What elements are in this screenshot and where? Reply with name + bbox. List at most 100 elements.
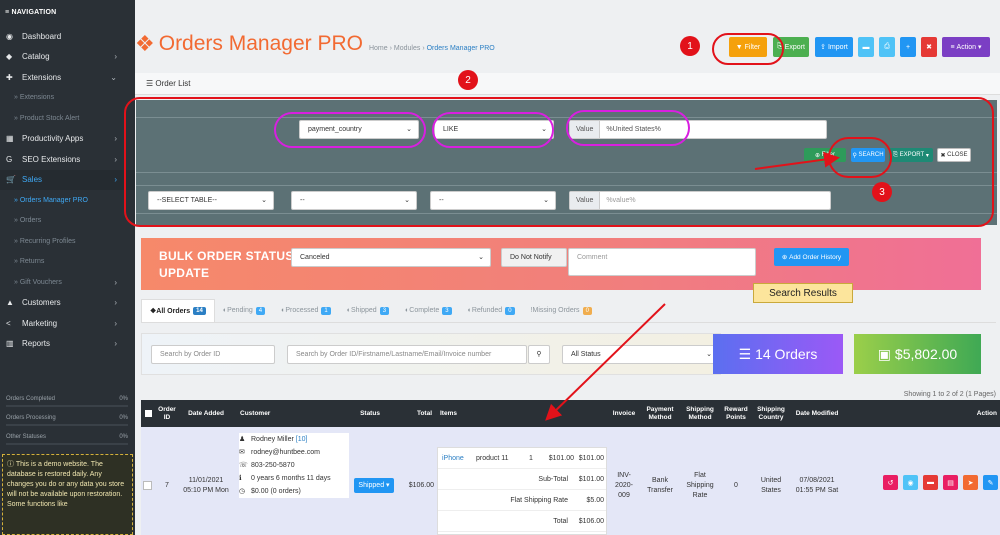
google-icon: G	[6, 154, 13, 164]
truck-icon[interactable]: ▬	[923, 475, 938, 490]
col-invoice[interactable]: Invoice	[609, 400, 639, 427]
main-content: ❖ Orders Manager PRO Home › Modules › Or…	[135, 0, 1000, 535]
sidebar-item-gift-vouchers[interactable]: » Gift Vouchers ›	[0, 272, 135, 293]
view-icon[interactable]: ◉	[903, 475, 918, 490]
demo-notice: ⓘ This is a demo website. The database i…	[2, 454, 133, 535]
add-button[interactable]: +	[900, 37, 916, 57]
tab-all-orders[interactable]: ❖ All Orders 14	[141, 299, 215, 322]
bulk-title: BULK ORDER STATUS UPDATE	[159, 249, 294, 280]
chevron-right-icon: ›	[114, 339, 117, 349]
bulk-status-select[interactable]: Canceled ⌄	[291, 248, 491, 267]
col-shipping-method[interactable]: Shipping Method	[681, 400, 719, 427]
sidebar-item-productivity-apps[interactable]: ▦ Productivity Apps ›	[0, 129, 135, 150]
order-total: $106.00	[408, 482, 434, 489]
table-row: 7 11/01/2021 05:10 PM Mon ♟ Rodney Miller …	[141, 427, 1000, 535]
comment-textarea[interactable]: Comment	[568, 248, 756, 276]
col-shipping-country[interactable]: Shipping Country	[753, 400, 789, 427]
tab-count-badge: 1	[321, 306, 331, 315]
sidebar-item-sales[interactable]: 🛒 Sales ›	[0, 169, 135, 190]
bulk-status-panel: BULK ORDER STATUS UPDATE Canceled ⌄ Do Not…	[141, 238, 981, 290]
invoice-icon[interactable]: ▤	[943, 475, 958, 490]
tab-missing-orders[interactable]: ! Missing Orders 0	[523, 299, 600, 322]
select-all-checkbox[interactable]	[141, 400, 155, 427]
status-filter-select[interactable]: All Status ⌄	[562, 345, 719, 364]
send-icon[interactable]: ➤	[963, 475, 978, 490]
col-reward-points[interactable]: Reward Points	[721, 400, 751, 427]
customer-info: ♟ Rodney Miller [10] ✉ rodney@huntbee.com …	[239, 433, 349, 498]
operator-highlight	[432, 112, 554, 148]
sidebar-item-marketing[interactable]: < Marketing ›	[0, 313, 135, 334]
user-icon: ♟	[239, 435, 246, 443]
reward-points: 0	[734, 482, 738, 489]
notify-toggle[interactable]: Do Not Notify	[501, 248, 567, 267]
action-button[interactable]: ≡ Action ▾	[942, 37, 990, 57]
col-items[interactable]: Items	[437, 400, 607, 427]
list-icon: ☰	[146, 79, 156, 88]
tab-count-badge: 14	[193, 307, 206, 315]
sidebar-item-extensions[interactable]: » Extensions	[0, 88, 135, 109]
col-customer[interactable]: Customer	[235, 400, 345, 427]
order-list-header: ☰ Order List	[135, 73, 1000, 95]
items-table: iPhone product 11 1 $101.00 $101.00 Sub-…	[437, 447, 607, 535]
col-status[interactable]: Status	[346, 400, 394, 427]
sidebar-item-catalog[interactable]: ◆ Catalog ›	[0, 47, 135, 68]
pagination-info: Showing 1 to 2 of 2 (1 Pages)	[903, 391, 996, 398]
phone-icon: ☏	[239, 461, 248, 469]
tab-count-badge: 3	[442, 306, 452, 315]
tab-count-badge: 4	[255, 306, 266, 315]
orders-table-header: Order ID Date Added Customer Status Tota…	[141, 400, 1000, 427]
print-button[interactable]: ⎙	[879, 37, 895, 57]
orders-total-kpi: ▣ $5,802.00	[854, 334, 981, 374]
status-badge[interactable]: Shipped ▾	[354, 478, 394, 493]
sidebar-item-extensions[interactable]: ✚ Extensions ⌄	[0, 67, 135, 88]
tab-shipped[interactable]: ◐ Shipped 3	[339, 299, 397, 322]
tab-complete[interactable]: ◐ Complete 3	[397, 299, 460, 322]
tab-refunded[interactable]: ◐ Refunded 0	[460, 299, 523, 322]
user-icon: ▲	[6, 298, 14, 308]
chevron-right-icon: ›	[114, 154, 117, 164]
sidebar-item-recurring-profiles[interactable]: » Recurring Profiles	[0, 231, 135, 252]
history-icon: ◷	[239, 487, 246, 495]
col-order-id[interactable]: Order ID	[156, 400, 178, 427]
add-order-history-button[interactable]: ⊕ Add Order History	[774, 248, 849, 266]
tab-count-badge: 0	[505, 306, 515, 315]
col-date-modified[interactable]: Date Modified	[791, 400, 843, 427]
col-total[interactable]: Total	[394, 400, 434, 427]
order-id[interactable]: 7	[156, 481, 178, 491]
sidebar-item-dashboard[interactable]: ◉ Dashboard	[0, 26, 135, 47]
sidebar-item-seo-extensions[interactable]: G SEO Extensions ›	[0, 149, 135, 170]
undo-icon[interactable]: ↺	[883, 475, 898, 490]
order-status-tabs: ❖ All Orders 14 ◐ Pending 4 ◐ Processed 1 ◐ Sh…	[141, 299, 996, 323]
tab-pending[interactable]: ◐ Pending 4	[215, 299, 273, 322]
tab-processed[interactable]: ◐ Processed 1	[273, 299, 339, 322]
sidebar-item-customers[interactable]: ▲ Customers ›	[0, 293, 135, 314]
import-button[interactable]: ⇪ Import	[815, 37, 853, 57]
breadcrumb: Home › Modules › Orders Manager PRO	[368, 45, 495, 52]
tab-count-badge: 3	[379, 306, 390, 315]
sidebar-item-orders[interactable]: » Orders	[0, 211, 135, 232]
step-number-1: 1	[680, 36, 700, 56]
step-number-2: 2	[458, 70, 478, 90]
cart-icon: 🛒	[6, 175, 16, 185]
sidebar-item-reports[interactable]: ▥ Reports ›	[0, 334, 135, 355]
field-highlight	[274, 112, 426, 148]
edit-icon[interactable]: ✎	[983, 475, 998, 490]
order-stats: Orders Completed 0% Orders Processing 0% O…	[6, 396, 128, 453]
search-icon[interactable]: ⚲	[528, 345, 550, 364]
row-checkbox[interactable]	[143, 481, 152, 490]
chevron-right-icon: ›	[114, 277, 117, 287]
col-payment-method[interactable]: Payment Method	[641, 400, 679, 427]
order-id-search-input[interactable]: Search by Order ID	[151, 345, 275, 364]
date-modified: 07/08/2021 01:55 PM Sat	[795, 477, 839, 494]
truck-button[interactable]: ▬	[858, 37, 874, 57]
general-search-input[interactable]: Search by Order ID/Firstname/Lastname/Em…	[287, 345, 527, 364]
invoice-number: INV-2020-009	[615, 472, 633, 499]
delete-button[interactable]: ✖	[921, 37, 937, 57]
sidebar-item-product-stock-alert[interactable]: » Product Stock Alert	[0, 108, 135, 129]
sidebar-item-returns[interactable]: » Returns	[0, 252, 135, 273]
sidebar-item-orders-manager-pro[interactable]: » Orders Manager PRO	[0, 190, 135, 211]
col-date-added[interactable]: Date Added	[178, 400, 234, 427]
list-icon: ☰	[738, 345, 756, 362]
orders-count-kpi: ☰ 14 Orders	[713, 334, 843, 374]
info-icon: ⓘ	[7, 461, 16, 468]
